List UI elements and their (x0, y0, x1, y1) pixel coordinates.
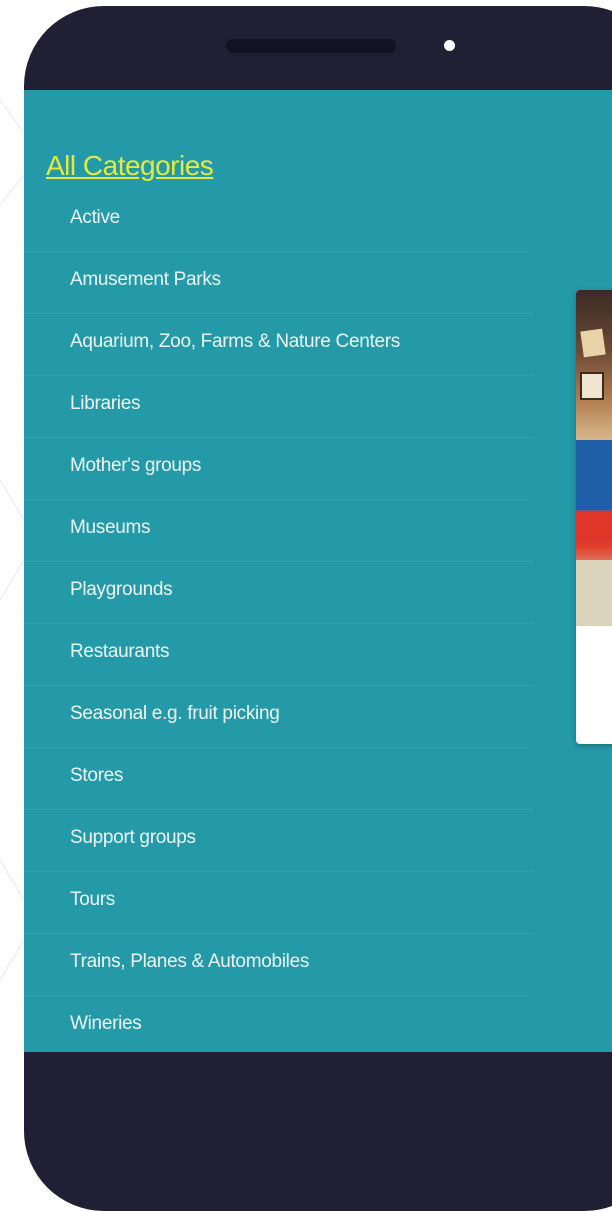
phone-frame: All Categories Active Amusement Parks Aq… (24, 6, 612, 1211)
category-item-trains-planes-automobiles[interactable]: Trains, Planes & Automobiles (24, 934, 534, 996)
category-item-wineries[interactable]: Wineries (24, 996, 534, 1052)
category-item-seasonal[interactable]: Seasonal e.g. fruit picking (24, 686, 534, 748)
category-item-active[interactable]: Active (24, 190, 534, 252)
photo-detail (576, 560, 612, 626)
category-item-stores[interactable]: Stores (24, 748, 534, 810)
speaker-icon (226, 39, 396, 53)
all-categories-link[interactable]: All Categories (46, 150, 214, 182)
category-item-playgrounds[interactable]: Playgrounds (24, 562, 534, 624)
camera-icon (444, 40, 455, 51)
category-list: Active Amusement Parks Aquarium, Zoo, Fa… (24, 190, 534, 1052)
card-image (576, 290, 612, 626)
category-item-libraries[interactable]: Libraries (24, 376, 534, 438)
category-item-aquarium-zoo-farms[interactable]: Aquarium, Zoo, Farms & Nature Centers (24, 314, 534, 376)
photo-detail (580, 372, 604, 400)
category-item-amusement-parks[interactable]: Amusement Parks (24, 252, 534, 314)
photo-detail (576, 440, 612, 510)
content-card[interactable] (576, 290, 612, 744)
photo-detail (580, 328, 606, 358)
category-item-tours[interactable]: Tours (24, 872, 534, 934)
photo-detail (576, 512, 612, 542)
app-screen: All Categories Active Amusement Parks Aq… (24, 90, 612, 1052)
category-item-mothers-groups[interactable]: Mother's groups (24, 438, 534, 500)
category-sidebar: All Categories Active Amusement Parks Aq… (24, 90, 534, 1052)
category-item-museums[interactable]: Museums (24, 500, 534, 562)
category-item-support-groups[interactable]: Support groups (24, 810, 534, 872)
page: All Categories Active Amusement Parks Aq… (0, 0, 612, 1211)
category-item-restaurants[interactable]: Restaurants (24, 624, 534, 686)
